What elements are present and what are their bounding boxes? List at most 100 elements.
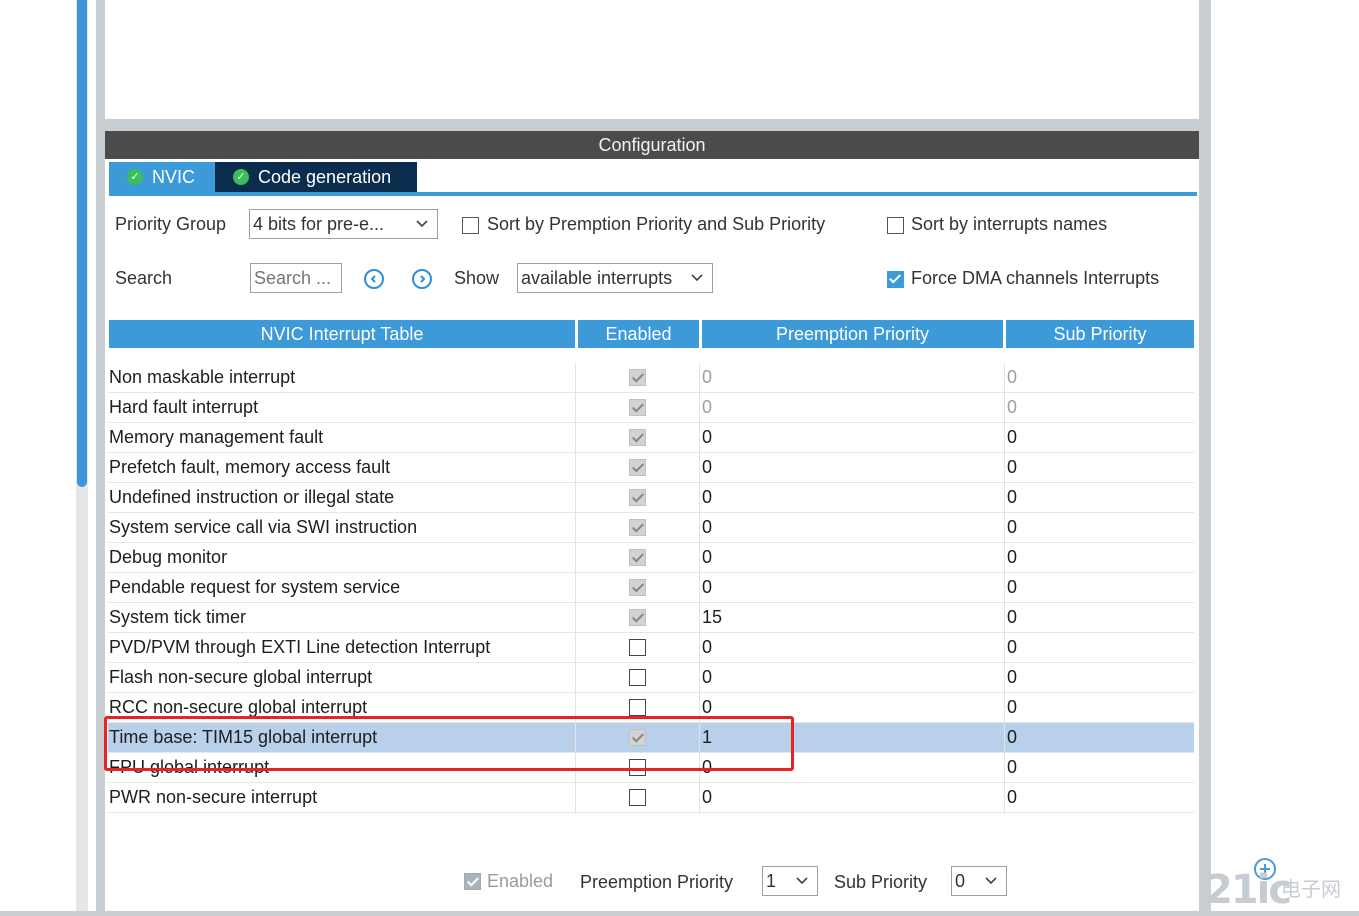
table-row[interactable]: Prefetch fault, memory access fault 0 0 (108, 453, 1194, 483)
interrupt-name: Memory management fault (109, 427, 324, 447)
interrupt-name: Pendable request for system service (109, 577, 401, 597)
force-dma-checkbox[interactable] (887, 271, 904, 288)
enabled-checkbox-locked (628, 549, 646, 566)
bottom-enabled-checkbox[interactable] (464, 873, 481, 890)
chevron-left-icon (370, 275, 376, 283)
chevron-down-icon (691, 274, 703, 282)
table-row[interactable]: Pendable request for system service 0 0 (108, 573, 1194, 603)
bottom-preemption-select[interactable]: 1 (762, 866, 818, 896)
panel-border-bottom (0, 911, 1359, 916)
column-header-preemption[interactable]: Preemption Priority (702, 320, 1003, 348)
interrupt-name: Flash non-secure global interrupt (109, 667, 373, 687)
preemption-priority-cell: 0 (702, 397, 713, 417)
search-input[interactable] (250, 263, 342, 293)
interrupt-name: PWR non-secure interrupt (109, 787, 318, 807)
sub-priority-cell: 0 (1007, 367, 1018, 387)
enabled-checkbox[interactable] (628, 639, 646, 656)
watermark-subtext: 电子网 (1281, 877, 1341, 901)
sub-priority-cell[interactable]: 0 (1005, 753, 1196, 782)
preemption-priority-cell[interactable]: 0 (700, 633, 1004, 662)
tab-code-generation-label: Code generation (258, 166, 392, 187)
preemption-priority-cell: 0 (702, 367, 713, 387)
priority-group-select[interactable]: 4 bits for pre-e... (249, 209, 438, 239)
priority-group-label: Priority Group (115, 214, 227, 234)
interrupt-name: Prefetch fault, memory access fault (109, 457, 391, 477)
preemption-priority-cell[interactable]: 0 (700, 453, 1004, 482)
search-next-button[interactable] (412, 269, 432, 289)
table-row[interactable]: Hard fault interrupt 0 0 (108, 393, 1194, 423)
table-row[interactable]: Undefined instruction or illegal state 0… (108, 483, 1194, 513)
sort-premption-checkbox[interactable] (462, 217, 479, 234)
table-row[interactable]: Flash non-secure global interrupt 0 0 (108, 663, 1194, 693)
enabled-cell (576, 603, 698, 632)
sub-priority-cell[interactable]: 0 (1005, 543, 1196, 572)
enabled-cell (576, 513, 698, 542)
search-previous-button[interactable] (364, 269, 384, 289)
table-row[interactable]: PVD/PVM through EXTI Line detection Inte… (108, 633, 1194, 663)
sub-priority-cell[interactable]: 0 (1005, 783, 1196, 812)
interrupt-name: Hard fault interrupt (109, 397, 259, 417)
column-header-sub-priority[interactable]: Sub Priority (1006, 320, 1194, 348)
enabled-cell (576, 783, 698, 812)
enabled-cell (576, 423, 698, 452)
enabled-cell (576, 543, 698, 572)
sort-names-label: Sort by interrupts names (911, 214, 1108, 234)
sub-priority-cell[interactable]: 0 (1005, 513, 1196, 542)
preemption-priority-cell[interactable]: 0 (700, 543, 1004, 572)
interrupt-name: PVD/PVM through EXTI Line detection Inte… (109, 637, 491, 657)
preemption-priority-cell[interactable]: 0 (700, 513, 1004, 542)
preemption-priority-cell[interactable]: 0 (700, 663, 1004, 692)
interrupt-name: System tick timer (109, 607, 247, 627)
tab-code-generation[interactable]: ✓ Code generation (215, 162, 417, 192)
sub-priority-cell[interactable]: 0 (1005, 633, 1196, 662)
tab-nvic[interactable]: ✓ NVIC (109, 162, 215, 192)
sub-priority-cell[interactable]: 0 (1005, 723, 1196, 752)
sub-priority-cell[interactable]: 0 (1005, 483, 1196, 512)
enabled-cell (576, 633, 698, 662)
enabled-checkbox[interactable] (628, 669, 646, 686)
column-header-enabled[interactable]: Enabled (578, 320, 699, 348)
interrupt-name: System service call via SWI instruction (109, 517, 418, 537)
enabled-checkbox[interactable] (628, 699, 646, 716)
sub-priority-cell[interactable]: 0 (1005, 423, 1196, 452)
preemption-priority-cell[interactable]: 0 (700, 783, 1004, 812)
interrupt-name: Non maskable interrupt (109, 367, 296, 387)
table-row[interactable]: Memory management fault 0 0 (108, 423, 1194, 453)
enabled-checkbox-locked (628, 489, 646, 506)
show-value: available interrupts (521, 267, 673, 288)
sub-priority-cell[interactable]: 0 (1005, 453, 1196, 482)
chevron-down-icon (796, 877, 808, 885)
preemption-priority-cell[interactable]: 15 (700, 603, 1004, 632)
enabled-checkbox-locked (628, 459, 646, 476)
enabled-checkbox[interactable] (628, 789, 646, 806)
preemption-priority-cell[interactable]: 0 (700, 423, 1004, 452)
table-row[interactable]: Debug monitor 0 0 (108, 543, 1194, 573)
sub-priority-cell[interactable]: 0 (1005, 573, 1196, 602)
column-header-interrupt[interactable]: NVIC Interrupt Table (109, 320, 575, 348)
configuration-header: Configuration (105, 131, 1199, 159)
table-row[interactable]: Non maskable interrupt 0 0 (108, 363, 1194, 393)
show-label: Show (454, 268, 500, 288)
sort-names-checkbox[interactable] (887, 217, 904, 234)
sub-priority-cell[interactable]: 0 (1005, 693, 1196, 722)
preemption-priority-cell[interactable]: 0 (700, 573, 1004, 602)
bottom-sub-priority-select[interactable]: 0 (951, 866, 1007, 896)
bottom-preemption-label: Preemption Priority (580, 872, 734, 892)
enabled-cell (576, 453, 698, 482)
table-row[interactable]: PWR non-secure interrupt 0 0 (108, 783, 1194, 813)
bottom-sub-priority-value: 0 (955, 870, 966, 891)
enabled-checkbox-locked (628, 519, 646, 536)
table-row[interactable]: System service call via SWI instruction … (108, 513, 1194, 543)
highlight-annotation-box (104, 716, 794, 771)
table-row[interactable]: System tick timer 15 0 (108, 603, 1194, 633)
force-dma-label: Force DMA channels Interrupts (911, 268, 1160, 288)
scrollbar-thumb[interactable] (77, 0, 87, 487)
show-select[interactable]: available interrupts (517, 263, 713, 293)
sub-priority-cell[interactable]: 0 (1005, 603, 1196, 632)
sub-priority-cell[interactable]: 0 (1005, 663, 1196, 692)
check-circle-icon: ✓ (127, 169, 143, 185)
priority-group-value: 4 bits for pre-e... (253, 213, 385, 234)
preemption-priority-cell[interactable]: 0 (700, 483, 1004, 512)
search-label: Search (115, 268, 173, 288)
enabled-cell (576, 483, 698, 512)
